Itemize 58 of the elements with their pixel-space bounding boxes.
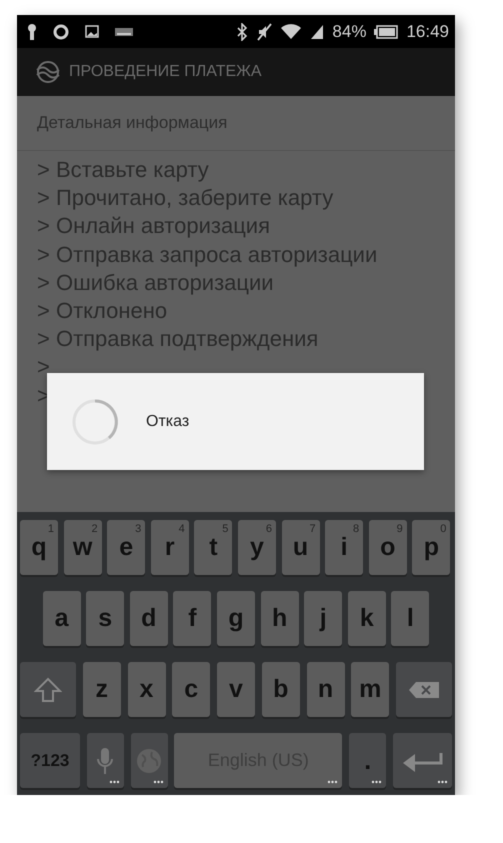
shift-arrow-icon bbox=[34, 676, 62, 702]
battery-percent: 84% bbox=[332, 20, 366, 43]
key-hint: 3 bbox=[135, 522, 142, 537]
bluetooth-icon bbox=[236, 22, 248, 40]
key[interactable]: d bbox=[130, 591, 168, 646]
shift-key[interactable] bbox=[20, 662, 76, 717]
key[interactable]: a bbox=[42, 591, 81, 646]
key[interactable]: r 4 bbox=[150, 520, 189, 575]
key-hint: 2 bbox=[91, 522, 98, 537]
key[interactable]: g bbox=[217, 591, 255, 646]
more-dots-icon bbox=[152, 780, 164, 784]
muted-speaker-icon bbox=[256, 22, 272, 40]
globe-key[interactable] bbox=[130, 733, 168, 788]
more-dots-icon bbox=[371, 780, 382, 784]
spinner-icon bbox=[71, 398, 119, 446]
key[interactable]: w 2 bbox=[64, 520, 102, 575]
backspace-key[interactable] bbox=[396, 662, 452, 717]
key[interactable]: c bbox=[172, 662, 210, 717]
key[interactable]: v bbox=[217, 662, 255, 717]
key-hint: 6 bbox=[266, 522, 272, 537]
key[interactable]: l bbox=[391, 591, 430, 646]
more-dots-icon bbox=[108, 780, 120, 784]
key[interactable]: j bbox=[304, 591, 342, 646]
key[interactable]: m bbox=[351, 662, 390, 717]
keyboard-icon bbox=[115, 28, 133, 36]
globe-icon bbox=[136, 748, 162, 774]
key-hint: 4 bbox=[178, 522, 185, 537]
key[interactable]: y 6 bbox=[238, 520, 276, 575]
log-line: > bbox=[37, 353, 50, 382]
dialog-message: Отказ bbox=[146, 412, 190, 432]
wave-logo-icon bbox=[35, 61, 61, 83]
microphone-icon bbox=[97, 746, 114, 774]
ring-icon bbox=[53, 24, 69, 40]
key[interactable]: h bbox=[260, 591, 299, 646]
key[interactable]: n bbox=[306, 662, 344, 717]
key[interactable]: o 9 bbox=[368, 520, 407, 575]
more-dots-icon bbox=[327, 780, 338, 784]
key[interactable]: x bbox=[128, 662, 166, 717]
image-icon bbox=[85, 25, 99, 38]
wifi-icon bbox=[280, 23, 302, 40]
backspace-icon bbox=[408, 680, 440, 698]
key[interactable]: z bbox=[82, 662, 121, 717]
enter-key[interactable] bbox=[392, 733, 452, 788]
clock-time: 16:49 bbox=[406, 20, 449, 43]
key[interactable]: e 3 bbox=[107, 520, 146, 575]
app-title: ПРОВЕДЕНИЕ ПЛАТЕЖА bbox=[69, 62, 262, 82]
key-hint: 9 bbox=[396, 522, 403, 537]
key[interactable]: . bbox=[349, 733, 386, 788]
key[interactable]: k bbox=[348, 591, 386, 646]
signal-icon bbox=[310, 24, 324, 40]
microphone-key[interactable] bbox=[86, 733, 124, 788]
battery-icon bbox=[374, 24, 398, 38]
keyhole-icon bbox=[27, 22, 37, 40]
more-dots-icon bbox=[436, 780, 448, 784]
key[interactable]: ?123 bbox=[20, 733, 80, 788]
key[interactable]: f bbox=[173, 591, 212, 646]
key[interactable]: b bbox=[262, 662, 300, 717]
key[interactable]: s bbox=[86, 591, 124, 646]
